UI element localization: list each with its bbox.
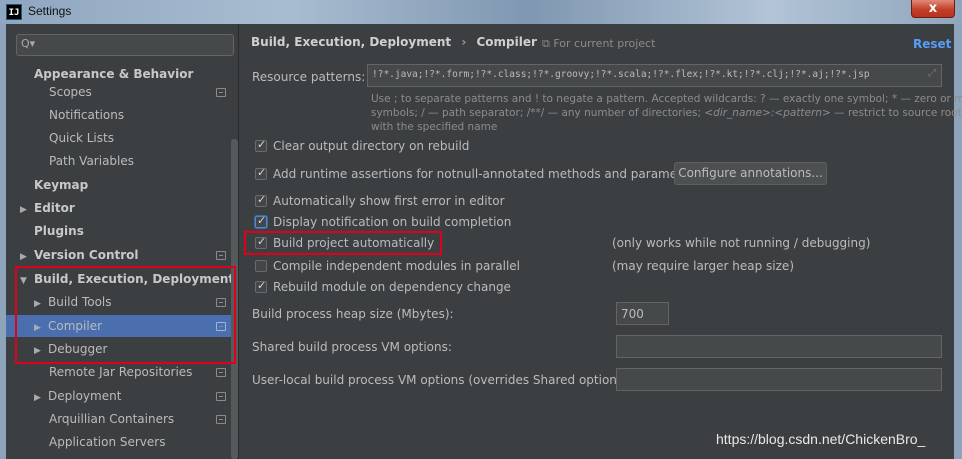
settings-search-input[interactable]: Q▾: [16, 34, 234, 56]
highlight-annotation-box: [15, 266, 236, 364]
sidebar-item-path-variables[interactable]: Path Variables: [49, 150, 134, 172]
sidebar-item-label: Scopes: [49, 85, 92, 99]
sidebar-item-label: Application Servers: [49, 435, 166, 449]
show-first-error-label: Automatically show first error in editor: [273, 194, 505, 208]
runtime-assertions-label: Add runtime assertions for notnull-annot…: [273, 167, 701, 181]
configure-annotations-button[interactable]: Configure annotations...: [674, 162, 827, 185]
shared-vm-options-label: Shared build process VM options:: [252, 340, 452, 354]
rebuild-module-label: Rebuild module on dependency change: [273, 280, 511, 294]
sidebar-item-label: Path Variables: [49, 154, 135, 168]
heap-size-label: Build process heap size (Mbytes):: [252, 307, 454, 321]
settings-window: IJ Settings x Q▾ Appearance & Behavior S…: [0, 0, 962, 459]
watermark-text: https://blog.csdn.net/ChickenBro_: [716, 431, 926, 447]
sidebar-item-remote-jar-repositories[interactable]: Remote Jar Repositories: [49, 361, 192, 383]
expand-arrow-icon[interactable]: ▶: [34, 387, 48, 409]
sidebar-item-notifications[interactable]: Notifications: [49, 104, 124, 126]
resource-patterns-value: !?*.java;!?*.form;!?*.class;!?*.groovy;!…: [372, 69, 870, 80]
search-icon: Q▾: [21, 37, 36, 50]
breadcrumb-current: Compiler: [476, 35, 537, 49]
build-automatically-note: (only works while not running / debuggin…: [612, 236, 871, 250]
sidebar-item-arquillian-containers[interactable]: Arquillian Containers: [49, 408, 174, 430]
highlight-annotation-box: [244, 231, 442, 255]
sidebar-item-keymap[interactable]: Keymap: [34, 174, 88, 196]
project-level-icon: [216, 415, 226, 424]
breadcrumb-parent[interactable]: Build, Execution, Deployment: [251, 35, 451, 49]
window-border-right: [954, 24, 962, 459]
window-title: Settings: [28, 4, 72, 18]
compile-parallel-checkbox[interactable]: [255, 260, 267, 272]
sidebar-item-label: Quick Lists: [49, 131, 114, 145]
project-level-icon: [216, 392, 226, 401]
sidebar-item-label: Editor: [34, 201, 75, 215]
show-first-error-checkbox[interactable]: [255, 193, 267, 207]
scope-label: For current project: [553, 37, 656, 50]
rebuild-module-checkbox[interactable]: [255, 279, 267, 293]
project-scope-icon: ⧉: [542, 37, 550, 50]
expand-field-icon[interactable]: ⤢: [928, 68, 936, 79]
sidebar-item-quick-lists[interactable]: Quick Lists: [49, 127, 114, 149]
compile-parallel-label: Compile independent modules in parallel: [273, 259, 520, 273]
resource-help-line-1: Use ; to separate patterns and ! to nega…: [371, 93, 962, 105]
sidebar-item-label: Version Control: [34, 248, 139, 262]
sidebar-item-plugins[interactable]: Plugins: [34, 220, 84, 242]
display-notification-checkbox[interactable]: [255, 214, 267, 228]
compiler-settings-panel: Build, Execution, Deployment › Compiler …: [240, 24, 962, 459]
project-level-icon: [216, 368, 226, 377]
sidebar-item-deployment[interactable]: ▶ Deployment: [34, 385, 121, 407]
user-vm-options-input[interactable]: [616, 368, 942, 391]
resource-patterns-label: Resource patterns:: [252, 70, 366, 84]
expand-arrow-icon[interactable]: ▶: [20, 199, 34, 221]
compile-parallel-note: (may require larger heap size): [612, 259, 794, 273]
sidebar-item-editor[interactable]: ▶ Editor: [20, 197, 75, 219]
display-notification-label: Display notification on build completion: [273, 215, 512, 229]
heap-size-value: 700: [621, 307, 644, 321]
sidebar-item-scopes[interactable]: Scopes: [49, 81, 92, 103]
project-level-icon: [216, 88, 226, 97]
resource-patterns-field[interactable]: !?*.java;!?*.form;!?*.class;!?*.groovy;!…: [367, 64, 942, 87]
scope-indicator: ⧉ For current project: [542, 37, 655, 51]
breadcrumb-separator: ›: [461, 35, 467, 49]
clear-output-label: Clear output directory on rebuild: [273, 139, 470, 153]
sidebar-item-label: Appearance & Behavior: [34, 67, 194, 81]
sidebar-item-label: Plugins: [34, 224, 84, 238]
reset-link[interactable]: Reset: [913, 37, 951, 51]
breadcrumb: Build, Execution, Deployment › Compiler: [251, 35, 537, 49]
user-vm-options-label: User-local build process VM options (ove…: [252, 373, 632, 387]
resource-help-line-3: with the specified name: [371, 121, 498, 133]
title-bar: IJ Settings x: [0, 0, 962, 24]
resource-help-line-2: symbols; / — path separator; /**/ — any …: [371, 107, 962, 119]
clear-output-checkbox[interactable]: [255, 138, 267, 152]
close-button[interactable]: x: [911, 0, 955, 18]
heap-size-input[interactable]: 700: [616, 302, 669, 325]
expand-arrow-icon[interactable]: ▶: [20, 246, 34, 268]
settings-sidebar: Q▾ Appearance & Behavior Scopes Notifica…: [6, 24, 239, 459]
sidebar-item-application-servers[interactable]: Application Servers: [49, 431, 165, 453]
sidebar-item-version-control[interactable]: ▶ Version Control: [20, 244, 139, 266]
project-level-icon: [216, 251, 226, 260]
sidebar-item-label: Deployment: [48, 389, 122, 403]
sidebar-item-label: Remote Jar Repositories: [49, 365, 193, 379]
shared-vm-options-input[interactable]: [616, 335, 942, 358]
sidebar-item-label: Keymap: [34, 178, 89, 192]
sidebar-item-label: Notifications: [49, 108, 125, 122]
runtime-assertions-checkbox[interactable]: [255, 166, 267, 180]
sidebar-item-label: Arquillian Containers: [49, 412, 175, 426]
intellij-app-icon: IJ: [6, 4, 22, 20]
